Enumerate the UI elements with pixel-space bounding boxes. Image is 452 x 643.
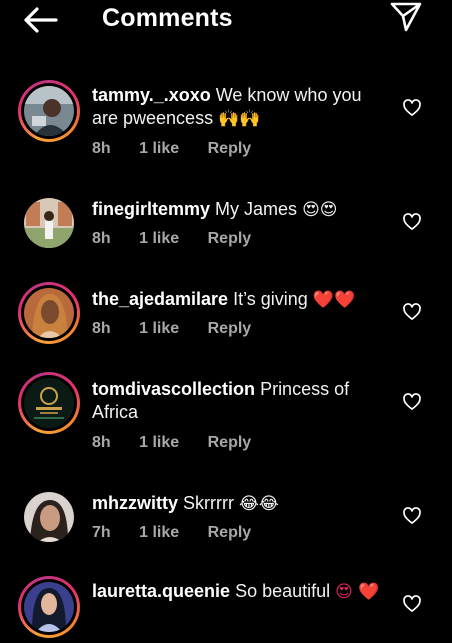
like-button[interactable] <box>402 506 422 526</box>
comment-emoji: 🙌🙌 <box>218 109 261 129</box>
comment-username[interactable]: tammy._.xoxo <box>92 85 211 105</box>
comment-text: mhzzwitty Skrrrrr 😂😂 <box>92 492 382 516</box>
comment-time: 8h <box>92 140 111 157</box>
comment-username[interactable]: mhzzwitty <box>92 493 178 513</box>
share-button[interactable] <box>388 0 424 34</box>
reply-button[interactable]: Reply <box>208 140 252 157</box>
comment-likes[interactable]: 1 like <box>139 140 179 157</box>
comment-text: tomdivascollection Princess of Africa <box>92 378 382 424</box>
comment-text: tammy._.xoxo We know who you are pweence… <box>92 84 382 131</box>
reply-button[interactable]: Reply <box>208 230 252 247</box>
reply-button[interactable]: Reply <box>208 320 252 337</box>
comment-username[interactable]: the_ajedamilare <box>92 289 228 309</box>
reply-button[interactable]: Reply <box>208 434 252 451</box>
avatar <box>24 198 74 248</box>
comment-body: So beautiful <box>235 581 331 601</box>
heart-icon <box>403 595 421 612</box>
comment-username[interactable]: finegirltemmy <box>92 199 210 219</box>
avatar <box>24 288 74 338</box>
page-title: Comments <box>102 4 233 32</box>
comments-header: Comments <box>0 0 452 60</box>
like-button[interactable] <box>402 594 422 614</box>
comment-likes[interactable]: 1 like <box>139 524 179 541</box>
heart-icon <box>403 507 421 524</box>
avatar-story-ring[interactable] <box>18 282 80 344</box>
comment-likes[interactable]: 1 like <box>139 434 179 451</box>
comment-body: It’s giving <box>233 289 308 309</box>
like-button[interactable] <box>402 392 422 412</box>
comment-text: finegirltemmy My James 😍😍 <box>92 198 382 222</box>
comment-meta: 8h 1 like Reply <box>92 230 275 248</box>
comment-meta: 8h 1 like Reply <box>92 320 275 338</box>
comment-emoji: ❤️❤️ <box>312 290 356 310</box>
avatar-story-ring[interactable] <box>18 576 80 638</box>
comment-time: 8h <box>92 434 111 451</box>
arrow-left-icon <box>24 7 58 33</box>
reply-button[interactable]: Reply <box>208 524 252 541</box>
avatar-story-ring[interactable] <box>18 372 80 434</box>
comment-meta: 8h 1 like Reply <box>92 434 275 452</box>
comment-username[interactable]: lauretta.queenie <box>92 581 230 601</box>
comment-time: 8h <box>92 320 111 337</box>
comment-meta: 8h 1 like Reply <box>92 140 275 158</box>
comment-emoji: 😍😍 <box>302 200 338 220</box>
comment-body: Skrrrrr <box>183 493 235 513</box>
comment-likes[interactable]: 1 like <box>139 320 179 337</box>
comment-likes[interactable]: 1 like <box>139 230 179 247</box>
comment-body: My James <box>215 199 298 219</box>
heart-icon <box>403 99 421 116</box>
avatar <box>24 378 74 428</box>
comment-emoji: 😍 ❤️ <box>335 582 380 602</box>
avatar-plain[interactable] <box>18 192 80 254</box>
avatar-story-ring[interactable] <box>18 80 80 142</box>
like-button[interactable] <box>402 302 422 322</box>
comment-time: 8h <box>92 230 111 247</box>
avatar-plain[interactable] <box>18 486 80 548</box>
comment-text: lauretta.queenie So beautiful 😍 ❤️ <box>92 580 382 604</box>
comment-text: the_ajedamilare It’s giving ❤️❤️ <box>92 288 382 312</box>
heart-icon <box>403 213 421 230</box>
paper-plane-icon <box>390 2 422 32</box>
comment-time: 7h <box>92 524 111 541</box>
back-button[interactable] <box>20 4 60 36</box>
comment-emoji: 😂😂 <box>239 494 279 514</box>
heart-icon <box>403 393 421 410</box>
avatar <box>24 582 74 632</box>
like-button[interactable] <box>402 98 422 118</box>
comment-meta: 7h 1 like Reply <box>92 524 275 542</box>
avatar <box>24 86 74 136</box>
like-button[interactable] <box>402 212 422 232</box>
comment-username[interactable]: tomdivascollection <box>92 379 255 399</box>
heart-icon <box>403 303 421 320</box>
avatar <box>24 492 74 542</box>
